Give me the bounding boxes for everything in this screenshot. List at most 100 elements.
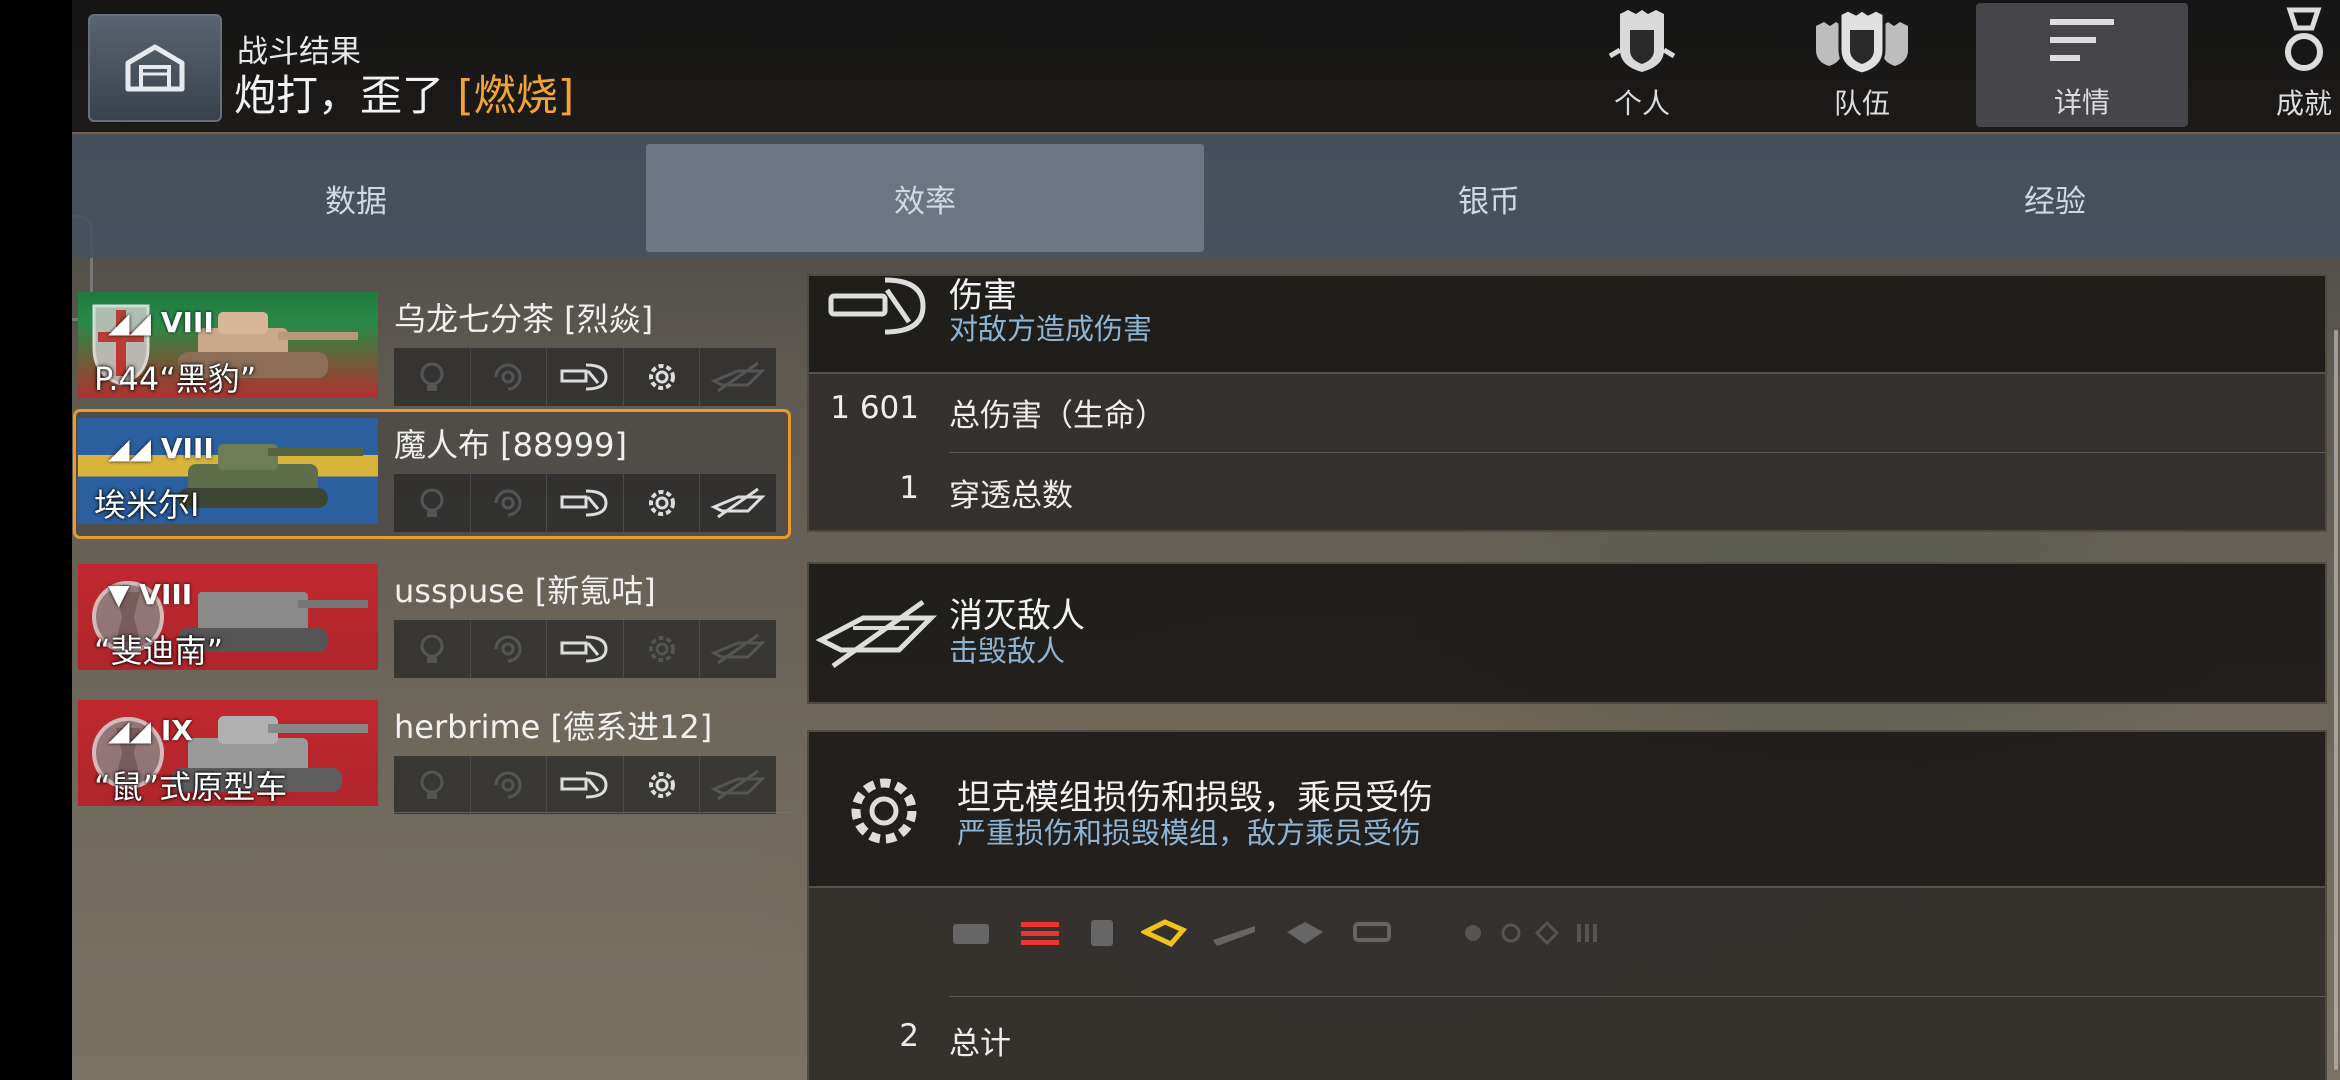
module-icon-strip [949, 918, 1609, 948]
tank-card: ▼ VIII “斐迪南” [78, 564, 378, 670]
tank-tier: ▼ VIII [108, 578, 192, 611]
team-icon [1816, 8, 1908, 76]
home-button[interactable] [88, 14, 222, 122]
battle-result-screen: 战斗结果 炮打，歪了 [燃烧] 个人 队伍 详情 成就 数据 效率 银币 经验 … [72, 0, 2340, 1080]
assist-icon [471, 620, 548, 678]
damage-icon [828, 277, 926, 335]
tank-name: P.44“黑豹” [94, 360, 257, 398]
fuel-tank-icon [1091, 920, 1113, 946]
tier-chevron-icon: ▼ [108, 578, 140, 611]
ammo-rack-icon [1021, 922, 1059, 945]
player-name: 魔人布 [88999] [394, 426, 627, 464]
tier-value: VIII [160, 432, 214, 465]
tank-card: ◢◢ VIII 埃米尔I [78, 418, 378, 524]
player-row[interactable]: ▼ VIII “斐迪南” usspuse [新氪咕] [76, 558, 788, 682]
tab-experience[interactable]: 经验 [1772, 144, 2338, 252]
player-name: 乌龙七分茶 [烈焱] [394, 300, 654, 338]
section-subtitle: 严重损伤和损毁模组，敌方乘员受伤 [957, 816, 1422, 850]
module-damage-icon [624, 348, 701, 406]
kill-icon [700, 474, 776, 532]
nav-team-label: 队伍 [1833, 87, 1890, 120]
module-damage-icon [624, 620, 701, 678]
damage-icon [547, 474, 624, 532]
gun-icon [1213, 926, 1255, 946]
player-name: usspuse [新氪咕] [394, 572, 656, 610]
tank-tier: ◢◢ IX [108, 714, 193, 747]
medal-strip [394, 474, 776, 532]
module-rows: 2 总计 [809, 886, 2325, 1080]
clan-tag: [燃烧] [457, 71, 575, 120]
nav-achievements[interactable]: 成就 [2198, 0, 2340, 128]
medal-strip [394, 756, 776, 814]
tier-chevron-icon: ◢◢ [108, 432, 161, 465]
tank-name: “鼠”式原型车 [94, 768, 288, 806]
section-subtitle: 对敌方造成伤害 [949, 312, 1153, 346]
nav-details-label: 详情 [2053, 86, 2110, 119]
player-row[interactable]: ◢◢ VIII P.44“黑豹” 乌龙七分茶 [烈焱] [76, 286, 788, 410]
personal-icon [1608, 10, 1676, 72]
tier-value: VIII [160, 306, 214, 339]
details-scrollbar[interactable] [2334, 330, 2338, 1070]
nav-achievements-label: 成就 [2275, 87, 2332, 120]
kill-icon [700, 620, 776, 678]
achievement-icon [2285, 7, 2323, 71]
row-divider [949, 452, 2325, 453]
assist-icon [471, 474, 548, 532]
header-bar: 战斗结果 炮打，歪了 [燃烧] 个人 队伍 详情 成就 [72, 0, 2340, 134]
damage-section: 伤害 对敌方造成伤害 1 601 总伤害（生命） 1 穿透总数 [807, 274, 2327, 532]
module-damage-icon [624, 756, 701, 814]
total-damage-value: 1 601 [830, 390, 919, 426]
turret-icon [1287, 922, 1323, 944]
player-row[interactable]: ◢◢ IX “鼠”式原型车 herbrime [德系进12] [76, 694, 788, 818]
total-damage-label: 总伤害（生命） [949, 398, 1166, 434]
tier-value: VIII [139, 578, 193, 611]
kill-icon [700, 348, 776, 406]
kill-icon [815, 599, 938, 669]
medal-strip [394, 348, 776, 406]
spotting-icon [394, 756, 471, 814]
tank-card: ◢◢ VIII P.44“黑豹” [78, 292, 378, 398]
tab-bar: 数据 效率 银币 经验 [72, 134, 2340, 258]
damage-icon [547, 348, 624, 406]
list-divider [392, 812, 792, 813]
assist-icon [471, 756, 548, 814]
assist-icon [471, 348, 548, 406]
nav-personal[interactable]: 个人 [1536, 0, 1748, 128]
tank-name: 埃米尔I [94, 486, 200, 524]
tier-value: IX [160, 714, 193, 747]
tab-data[interactable]: 数据 [72, 144, 640, 252]
penetrations-value: 1 [899, 470, 919, 506]
garage-icon [125, 44, 185, 92]
nav-team[interactable]: 队伍 [1756, 0, 1968, 128]
battle-title-text: 炮打，歪了 [234, 71, 445, 120]
modules-total-value: 2 [899, 1018, 919, 1054]
tier-chevron-icon: ◢◢ [108, 714, 161, 747]
crew-icons [1465, 920, 1597, 946]
kills-section: 消灭敌人 击毁敌人 [807, 562, 2327, 704]
optics-icon [1353, 922, 1391, 942]
tab-efficiency[interactable]: 效率 [646, 144, 1204, 252]
damage-icon [547, 756, 624, 814]
engine-icon [953, 924, 989, 944]
tank-card: ◢◢ IX “鼠”式原型车 [78, 700, 378, 806]
tab-credits[interactable]: 银币 [1206, 144, 1772, 252]
tank-tier: ◢◢ VIII [108, 432, 214, 465]
module-damage-icon [624, 474, 701, 532]
nav-details[interactable]: 详情 [1976, 3, 2188, 127]
section-subtitle: 击毁敌人 [949, 634, 1066, 668]
tier-chevron-icon: ◢◢ [108, 306, 161, 339]
spotting-icon [394, 348, 471, 406]
details-icon [2050, 19, 2114, 61]
tank-name: “斐迪南” [94, 632, 224, 670]
modules-total-label: 总计 [949, 1026, 1011, 1062]
penetrations-label: 穿透总数 [949, 478, 1073, 514]
battle-title: 炮打，歪了 [燃烧] [234, 62, 574, 123]
damage-icon [547, 620, 624, 678]
damage-rows: 1 601 总伤害（生命） 1 穿透总数 [809, 372, 2325, 530]
medal-strip [394, 620, 776, 678]
player-name: herbrime [德系进12] [394, 708, 713, 746]
track-icon [1141, 919, 1187, 948]
spotting-icon [394, 620, 471, 678]
kill-icon [700, 756, 776, 814]
player-row-selected[interactable]: ◢◢ VIII 埃米尔I 魔人布 [88999] [73, 409, 791, 539]
